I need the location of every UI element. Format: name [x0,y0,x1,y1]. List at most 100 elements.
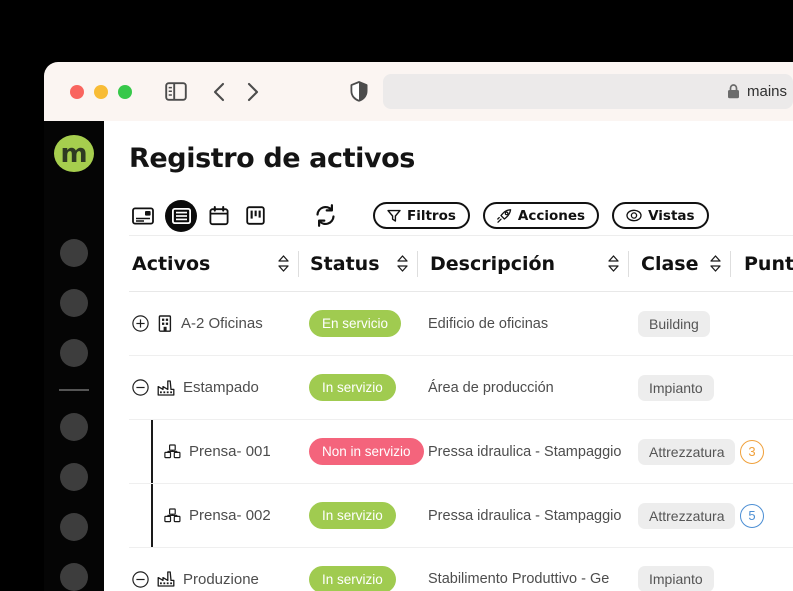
maximize-window-button[interactable] [118,84,132,99]
class-cell: Building [626,292,727,355]
class-cell: Attrezzatura [626,484,736,547]
sidebar-item-5[interactable] [60,463,88,491]
asset-cell: Prensa- 001 [129,420,298,483]
description-cell: Pressa idraulica - Stampaggio [416,484,626,547]
class-cell: Impianto [626,356,727,419]
collapse-row-icon[interactable] [132,570,149,588]
vistas-button[interactable]: Vistas [612,202,709,229]
sort-icon-clase[interactable] [710,255,721,272]
tree-connector [151,484,153,547]
brand-logo[interactable]: m [54,135,94,173]
description-cell: Pressa idraulica - Stampaggio [416,420,626,483]
sidebar-item-6[interactable] [60,513,88,541]
collapse-row-icon[interactable] [132,379,149,396]
description-text: Área de producción [428,379,554,396]
refresh-icon[interactable] [310,201,340,231]
sidebar-item-7[interactable] [60,563,88,591]
asset-name: Prensa- 002 [189,507,271,524]
address-text: mains [746,83,787,100]
table-row[interactable]: Produzione In servizio Stabilimento Prod… [129,548,793,591]
score-cell: 5 [727,484,793,547]
sidebar-nav-group-top [60,239,88,368]
status-badge: In servizio [309,565,396,591]
chevron-left-icon[interactable] [212,82,226,102]
filtros-button[interactable]: Filtros [373,202,470,229]
sidebar-item-4[interactable] [60,413,88,441]
class-cell: Attrezzatura [626,420,736,483]
eye-icon [626,209,642,222]
column-header-descripcion[interactable]: Descripción [418,236,628,291]
sidebar-panel-icon[interactable] [165,82,187,101]
list-view-button[interactable] [165,199,197,232]
class-chip: Attrezzatura [638,438,736,465]
asset-name: Prensa- 001 [189,443,271,460]
sidebar-nav-group-bottom [60,413,88,591]
table-row[interactable]: Estampado In servizio Área de producción… [129,356,793,420]
column-header-puntuacion[interactable]: Puntu [731,236,793,291]
sidebar-item-2[interactable] [60,289,88,318]
description-text: Edificio de oficinas [428,315,549,332]
expand-row-icon[interactable] [132,315,149,332]
score-cell: 3 [727,420,793,483]
card-view-button[interactable] [129,202,157,230]
column-label-status: Status [310,252,380,275]
column-label-descripcion: Descripción [430,252,556,275]
shield-icon[interactable] [350,81,368,102]
page-title: Registro de activos [129,143,415,174]
address-bar[interactable]: mains [383,74,793,109]
description-cell: Stabilimento Produttivo - Ge [416,548,626,591]
sort-icon-status[interactable] [397,255,408,272]
funnel-icon [387,209,401,222]
vistas-label: Vistas [648,207,695,224]
table-row[interactable]: Prensa- 001 Non in servizio Pressa idrau… [129,420,793,484]
sort-icon-activos[interactable] [278,255,289,272]
column-header-activos[interactable]: Activos [129,236,298,291]
view-switcher [129,199,269,232]
minimize-window-button[interactable] [94,84,108,99]
acciones-label: Acciones [517,207,586,224]
column-header-status[interactable]: Status [299,236,417,291]
kanban-view-button[interactable] [241,202,269,230]
description-text: Stabilimento Produttivo - Ge [428,571,610,587]
score-badge: 3 [740,439,764,464]
table-header: Activos Status Descripción Clase Punt [129,236,793,292]
traffic-lights [70,84,132,99]
sort-icon-descripcion[interactable] [608,255,619,272]
lock-icon [727,84,740,99]
table-row[interactable]: Prensa- 002 In servizio Pressa idraulica… [129,484,793,548]
factory-icon [157,571,175,587]
column-label-clase: Clase [641,252,699,275]
status-cell: In servizio [298,484,416,547]
browser-window: mains m Registro de activos Filtros Acci… [44,62,793,591]
column-label-puntuacion: Puntu [744,252,793,275]
table-row[interactable]: A-2 Oficinas En servicio Edificio de ofi… [129,292,793,356]
calendar-view-button[interactable] [205,202,233,230]
class-chip: Attrezzatura [638,502,736,529]
building-icon [157,315,173,332]
asset-cell: Estampado [129,356,298,419]
status-badge: In servizio [309,502,396,529]
score-badge: 5 [740,503,764,528]
description-cell: Edificio de oficinas [416,292,626,355]
column-header-clase[interactable]: Clase [629,236,730,291]
score-cell [727,548,793,591]
class-cell: Impianto [626,548,727,591]
sidebar-item-1[interactable] [60,239,88,268]
app-main: Registro de activos Filtros Acciones Vis… [104,121,793,591]
asset-cell: Produzione [129,548,298,591]
filtros-label: Filtros [407,207,456,224]
app-body: m Registro de activos Filtros Acciones V… [44,121,793,591]
close-window-button[interactable] [70,84,84,99]
assets-table: Activos Status Descripción Clase Punt A-… [129,236,793,591]
chevron-right-icon[interactable] [246,82,260,102]
acciones-button[interactable]: Acciones [482,202,600,229]
boxes-icon [164,443,181,460]
rocket-icon [497,208,512,223]
boxes-icon [164,507,181,524]
sidebar-item-3[interactable] [60,339,88,368]
tree-connector [151,420,153,483]
score-cell [727,292,793,355]
status-cell: En servicio [298,292,416,355]
description-text: Pressa idraulica - Stampaggio [428,507,622,524]
app-sidebar: m [44,121,104,591]
